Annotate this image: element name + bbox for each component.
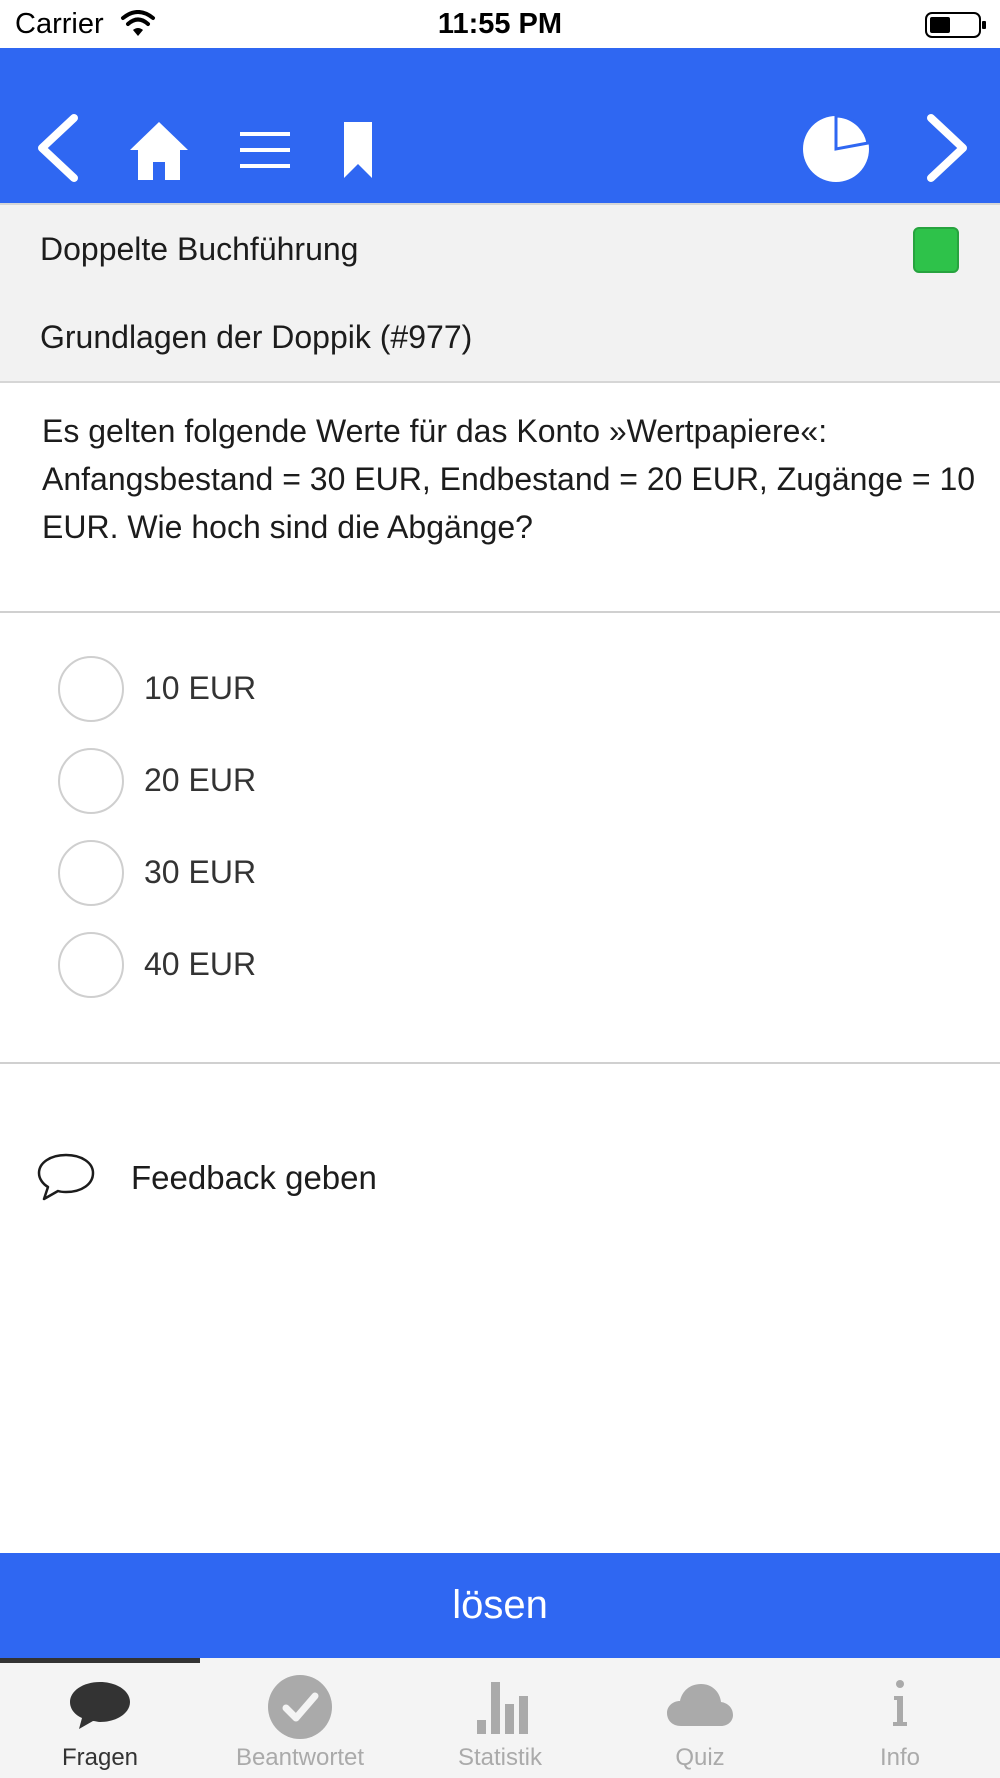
answer-option[interactable]: 20 EUR — [0, 738, 1000, 818]
tab-info[interactable]: Info — [800, 1658, 1000, 1778]
tab-beantwortet[interactable]: Beantwortet — [200, 1658, 400, 1778]
category-row: Doppelte Buchführung — [0, 203, 1000, 295]
clock-time: 11:55 PM — [437, 8, 563, 40]
bar-chart-icon — [477, 1682, 528, 1734]
answer-label: 40 EUR — [144, 946, 257, 982]
tab-label: Beantwortet — [235, 1744, 365, 1771]
answer-label: 20 EUR — [144, 762, 257, 798]
radio-button[interactable] — [58, 840, 124, 906]
progress-pie-icon[interactable] — [800, 113, 872, 185]
question-text: Es gelten folgende Werte für das Konto »… — [42, 413, 976, 545]
home-icon[interactable] — [128, 120, 190, 182]
category-title: Doppelte Buchführung — [40, 231, 359, 267]
answer-option[interactable]: 40 EUR — [0, 922, 1000, 1002]
status-indicator — [913, 227, 959, 273]
tab-label: Info — [879, 1744, 921, 1771]
menu-icon[interactable] — [238, 130, 292, 170]
bookmark-icon[interactable] — [340, 122, 376, 180]
tab-label: Statistik — [457, 1744, 543, 1771]
tab-fragen[interactable]: Fragen — [0, 1658, 200, 1778]
tab-quiz[interactable]: Quiz — [600, 1658, 800, 1778]
chevron-left-icon[interactable] — [30, 112, 90, 184]
status-bar: Carrier 11:55 PM — [0, 0, 1000, 48]
answer-option[interactable]: 10 EUR — [0, 646, 1000, 726]
divider — [0, 1062, 1000, 1064]
tab-bar: Fragen Beantwortet Statistik Quiz Info — [0, 1658, 1000, 1778]
answer-label: 30 EUR — [144, 854, 257, 890]
checkmark-circle-icon — [268, 1675, 332, 1739]
chevron-right-icon[interactable] — [915, 112, 975, 184]
tab-statistik[interactable]: Statistik — [400, 1658, 600, 1778]
feedback-link[interactable]: Feedback geben — [0, 1145, 1000, 1215]
solve-button[interactable]: lösen — [0, 1553, 1000, 1658]
topic-title: Grundlagen der Doppik (#977) — [40, 319, 473, 355]
top-toolbar — [0, 48, 1000, 203]
info-icon — [893, 1680, 907, 1726]
chat-bubble-icon — [70, 1682, 130, 1729]
cloud-icon — [667, 1684, 733, 1726]
radio-button[interactable] — [58, 748, 124, 814]
divider — [0, 611, 1000, 613]
battery-icon — [925, 12, 986, 38]
radio-button[interactable] — [58, 656, 124, 722]
radio-button[interactable] — [58, 932, 124, 998]
tab-label: Quiz — [675, 1744, 725, 1771]
answer-option[interactable]: 30 EUR — [0, 830, 1000, 910]
answer-label: 10 EUR — [144, 670, 257, 706]
feedback-label: Feedback geben — [131, 1159, 377, 1196]
tab-label: Fragen — [61, 1744, 139, 1771]
speech-bubble-icon — [37, 1153, 95, 1201]
topic-row: Grundlagen der Doppik (#977) — [0, 293, 1000, 383]
